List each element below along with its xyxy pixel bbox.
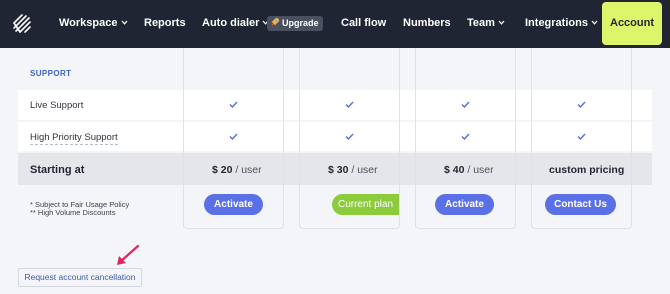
nav-numbers[interactable]: Numbers <box>403 0 451 48</box>
price-amount: custom pricing <box>549 164 625 176</box>
nav-call-flow[interactable]: Call flow <box>341 0 386 48</box>
nav-reports-label: Reports <box>144 17 186 29</box>
price-unit: / user <box>467 164 494 176</box>
check-icon <box>229 133 238 140</box>
starting-at-label: Starting at <box>30 164 85 176</box>
nav-workspace[interactable]: Workspace <box>59 0 128 48</box>
feature-label-high-priority-support: High Priority Support <box>30 132 118 145</box>
nav-team-label: Team <box>467 17 495 29</box>
top-nav: Workspace Reports Auto dialer Upgrade Ca… <box>0 0 670 48</box>
upgrade-badge[interactable]: Upgrade <box>267 16 323 31</box>
check-icon <box>345 133 354 140</box>
check-icon <box>229 101 238 108</box>
price-amount: $ 40 <box>444 164 465 176</box>
price-unit: / user <box>235 164 262 176</box>
cloudtalk-logo-icon[interactable] <box>10 12 34 36</box>
nav-integrations-label: Integrations <box>525 17 588 29</box>
nav-integrations[interactable]: Integrations <box>525 0 598 48</box>
request-cancellation-link[interactable]: Request account cancellation <box>18 268 142 287</box>
check-icon <box>461 133 470 140</box>
price-unit: / user <box>351 164 378 176</box>
feature-label: High Priority Support <box>30 132 118 145</box>
price-amount: $ 30 <box>328 164 349 176</box>
activate-button-plan-1[interactable]: Activate <box>204 194 263 215</box>
nav-team[interactable]: Team <box>467 0 505 48</box>
check-icon <box>461 101 470 108</box>
nav-numbers-label: Numbers <box>403 17 451 29</box>
arrow-annotation-icon <box>117 244 140 265</box>
contact-us-button[interactable]: Contact Us <box>545 194 616 215</box>
price-amount: $ 20 <box>212 164 233 176</box>
nav-call-flow-label: Call flow <box>341 17 387 29</box>
price-plan-3: $ 40 / user <box>444 164 494 176</box>
chevron-down-icon <box>121 20 127 25</box>
nav-auto-dialer-label: Auto dialer <box>202 17 260 29</box>
chevron-down-icon <box>591 20 598 25</box>
price-plan-2: $ 30 / user <box>328 164 378 176</box>
feature-label-live-support: Live Support <box>30 100 83 111</box>
upgrade-label: Upgrade <box>282 18 319 28</box>
activate-button-plan-3[interactable]: Activate <box>435 194 494 215</box>
price-plan-4: custom pricing <box>549 164 624 176</box>
rocket-icon <box>271 17 280 26</box>
current-plan-button[interactable]: Current plan <box>332 194 399 215</box>
check-icon <box>577 133 586 140</box>
section-label-support: SUPPORT <box>30 69 72 78</box>
nav-reports[interactable]: Reports <box>144 0 186 48</box>
price-plan-1: $ 20 / user <box>212 164 262 176</box>
check-icon <box>345 101 354 108</box>
check-icon <box>577 101 586 108</box>
nav-auto-dialer[interactable]: Auto dialer <box>202 0 269 48</box>
feature-label: Live Support <box>30 100 84 111</box>
account-button[interactable]: Account <box>602 2 662 45</box>
note-volume-discounts: ** High Volume Discounts <box>30 208 116 217</box>
chevron-down-icon <box>498 20 505 25</box>
nav-workspace-label: Workspace <box>59 17 118 29</box>
